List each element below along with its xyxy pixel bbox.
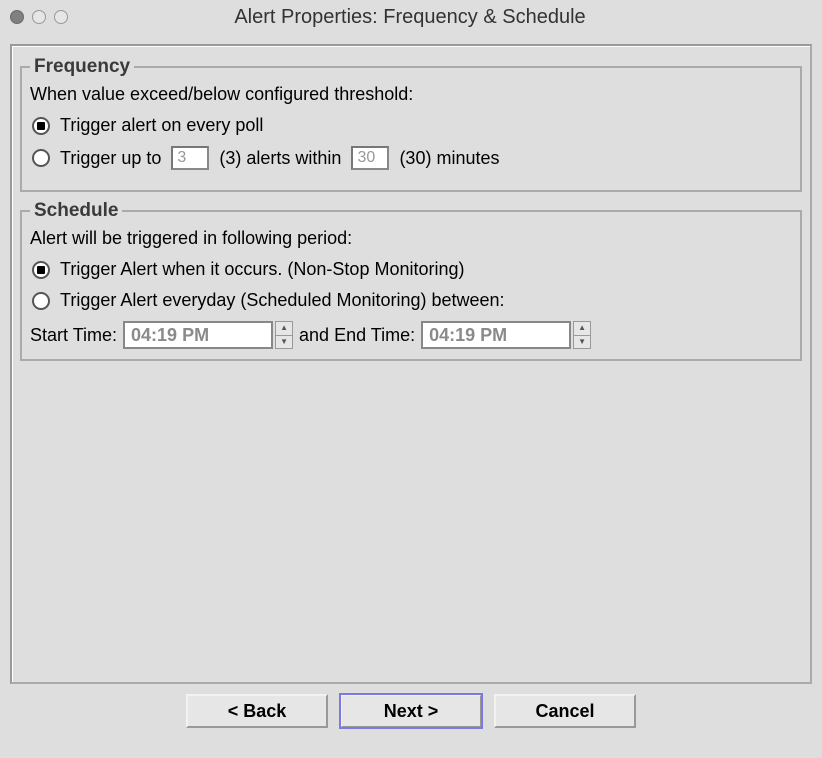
end-time-input[interactable] [421,321,571,349]
chevron-up-icon[interactable]: ▲ [573,321,591,336]
wizard-buttons: < Back Next > Cancel [0,694,822,728]
radio-up-to-row[interactable]: Trigger up to (3) alerts within (30) min… [32,146,790,170]
back-button[interactable]: < Back [186,694,328,728]
chevron-down-icon[interactable]: ▼ [573,336,591,350]
radio-icon[interactable] [32,261,50,279]
radio-scheduled-row[interactable]: Trigger Alert everyday (Scheduled Monito… [32,290,790,311]
radio-every-poll-row[interactable]: Trigger alert on every poll [32,115,790,136]
end-time-spinner[interactable]: ▲ ▼ [421,321,591,349]
next-button[interactable]: Next > [340,694,482,728]
frequency-group: Frequency When value exceed/below config… [20,56,802,192]
chevron-up-icon[interactable]: ▲ [275,321,293,336]
radio-icon[interactable] [32,117,50,135]
cancel-button[interactable]: Cancel [494,694,636,728]
radio-nonstop-label: Trigger Alert when it occurs. (Non-Stop … [60,259,465,280]
radio-scheduled-label: Trigger Alert everyday (Scheduled Monito… [60,290,505,311]
titlebar: Alert Properties: Frequency & Schedule [0,0,822,34]
schedule-description: Alert will be triggered in following per… [30,228,792,249]
frequency-description: When value exceed/below configured thres… [30,84,792,105]
end-time-spin-buttons: ▲ ▼ [573,321,591,349]
start-time-spinner[interactable]: ▲ ▼ [123,321,293,349]
window-title: Alert Properties: Frequency & Schedule [8,6,812,29]
dialog-content: Frequency When value exceed/below config… [10,44,812,684]
radio-every-poll-label: Trigger alert on every poll [60,115,263,136]
alerts-count-hint: (3) alerts within [219,148,341,169]
alerts-count-input[interactable] [171,146,209,170]
start-time-spin-buttons: ▲ ▼ [275,321,293,349]
minutes-input[interactable] [351,146,389,170]
minutes-hint: (30) minutes [399,148,499,169]
start-time-label: Start Time: [30,325,117,346]
radio-icon[interactable] [32,149,50,167]
schedule-group: Schedule Alert will be triggered in foll… [20,200,802,361]
start-time-input[interactable] [123,321,273,349]
radio-up-to-prefix: Trigger up to [60,148,161,169]
radio-nonstop-row[interactable]: Trigger Alert when it occurs. (Non-Stop … [32,259,790,280]
chevron-down-icon[interactable]: ▼ [275,336,293,350]
time-range-row: Start Time: ▲ ▼ and End Time: ▲ ▼ [30,321,792,349]
radio-icon[interactable] [32,292,50,310]
frequency-legend: Frequency [30,56,134,78]
schedule-legend: Schedule [30,200,122,222]
end-time-label: and End Time: [299,325,415,346]
